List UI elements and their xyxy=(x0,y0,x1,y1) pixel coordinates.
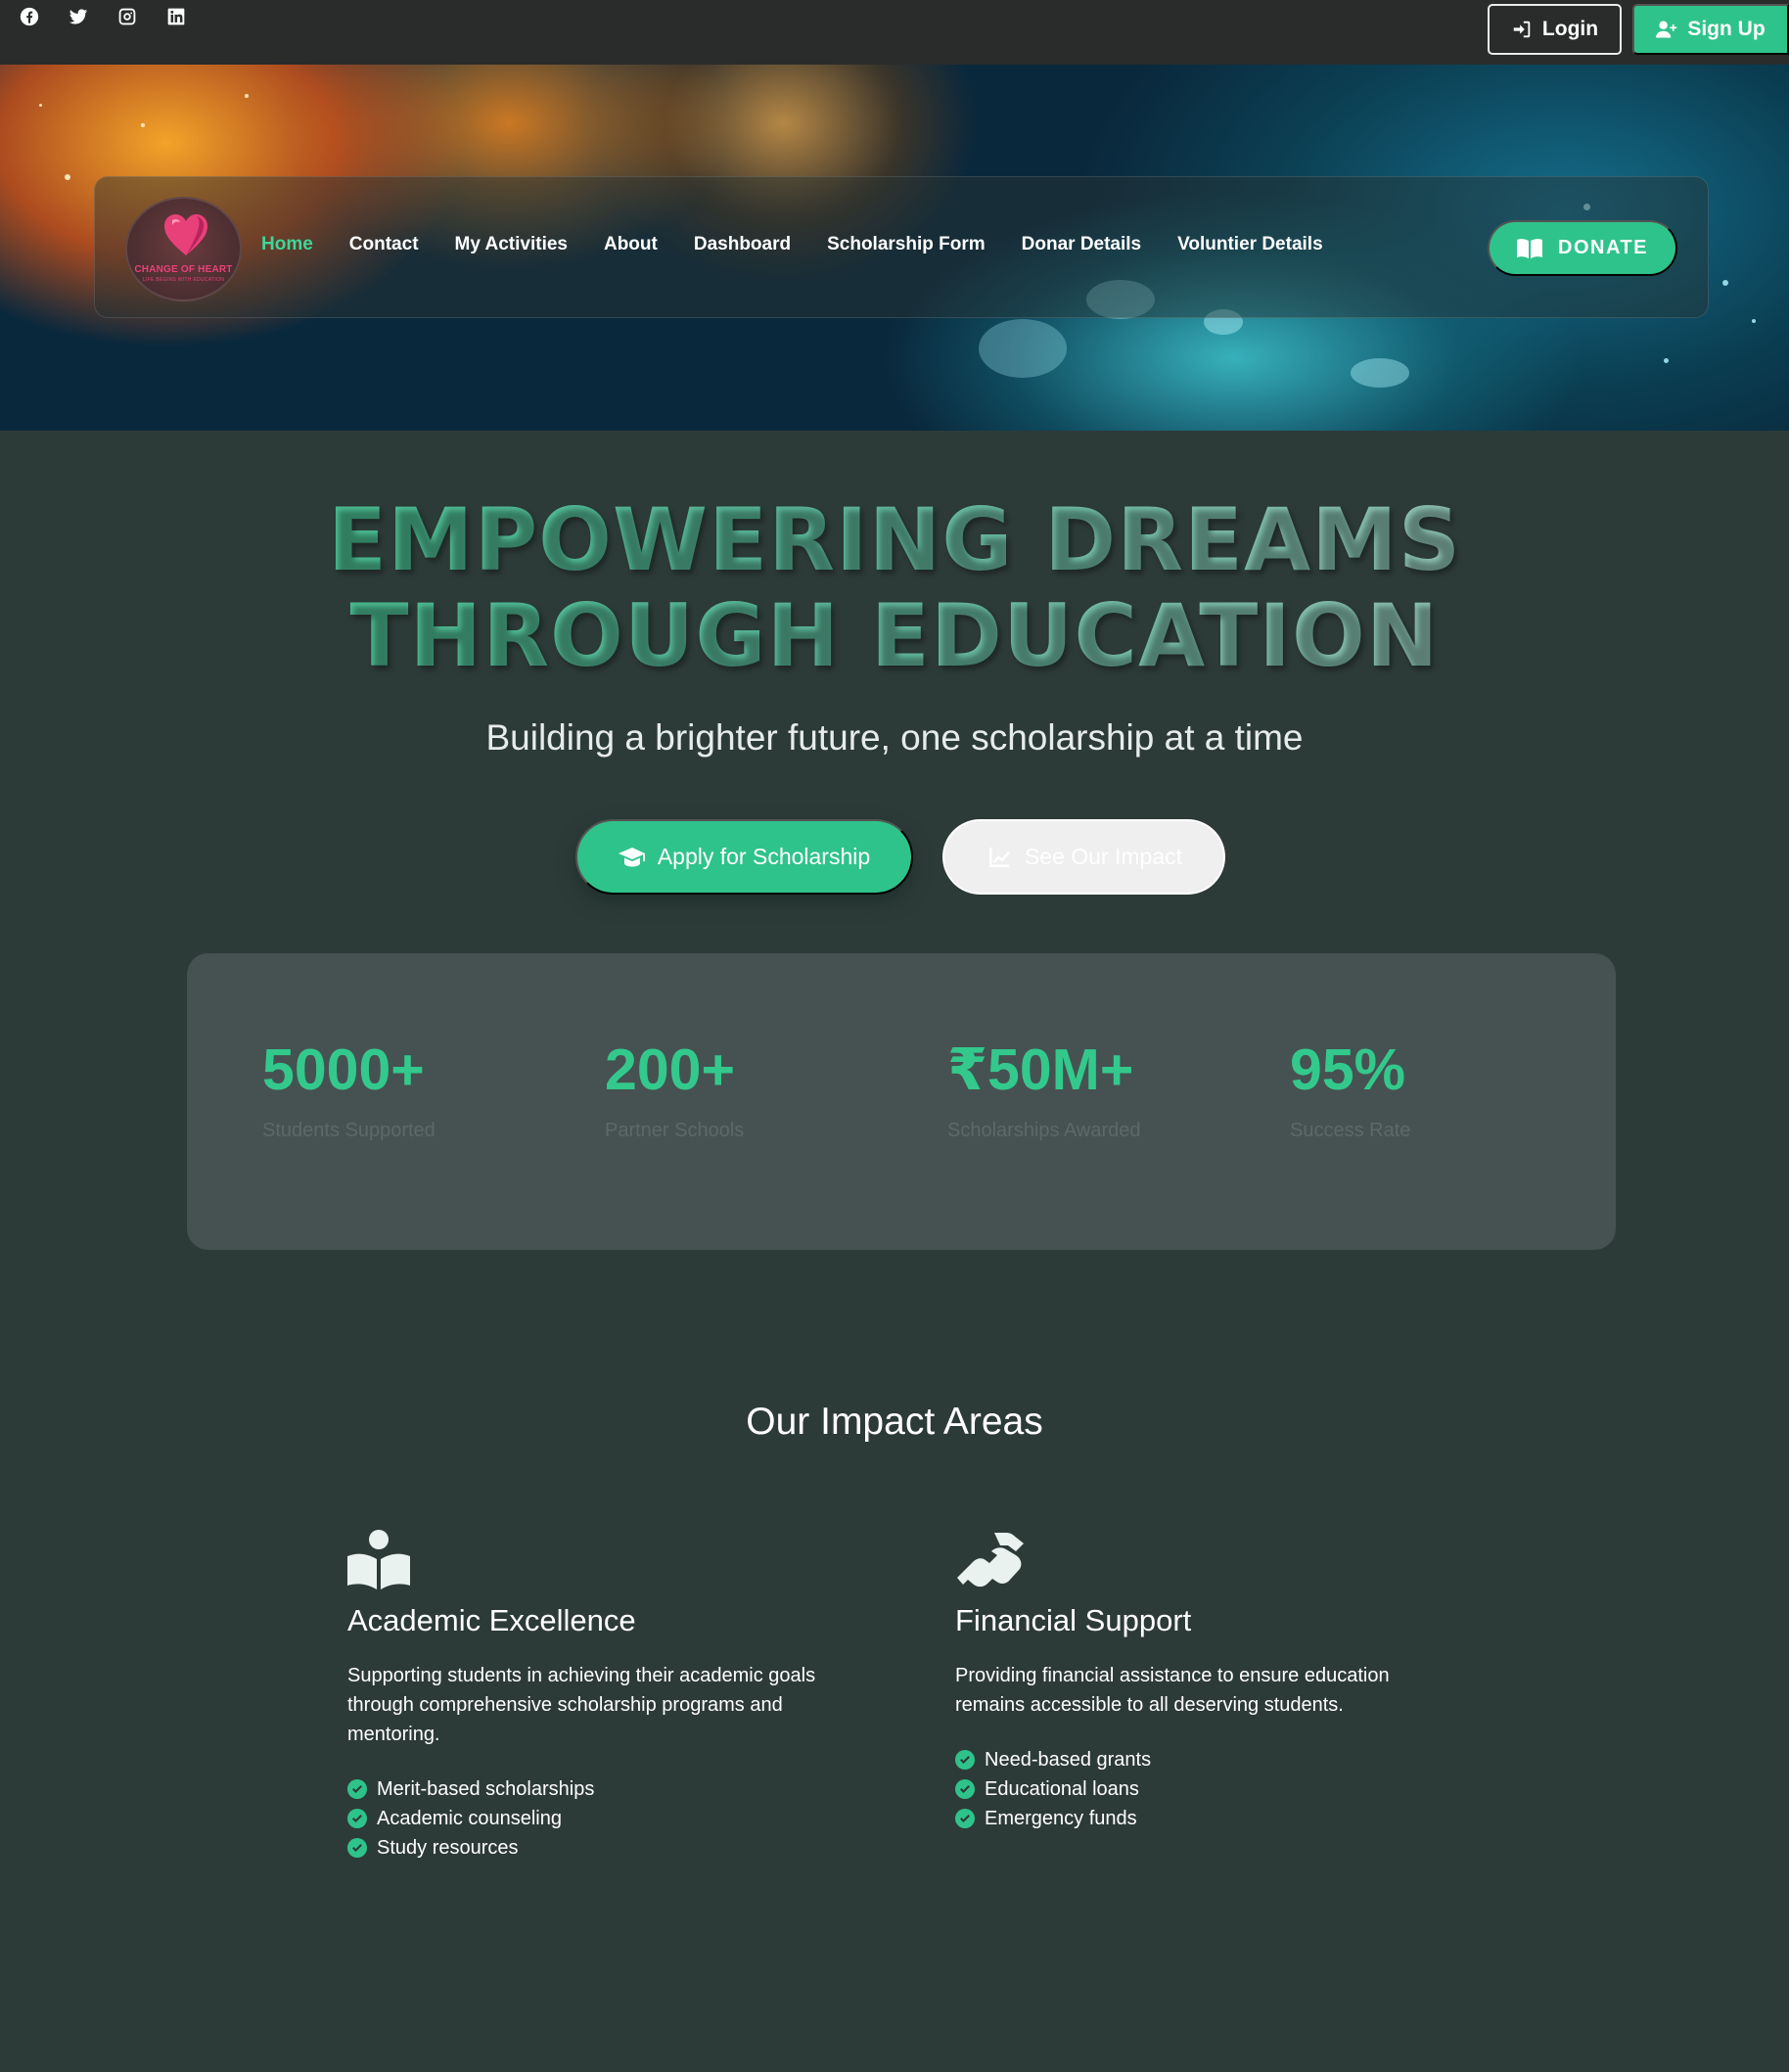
list-item: Educational loans xyxy=(955,1774,1445,1804)
main-navbar: CHANGE OF HEART LIFE BEGINS WITH EDUCATI… xyxy=(94,176,1709,318)
spark xyxy=(245,94,249,98)
graduation-cap-icon xyxy=(618,847,645,866)
nav-item-voluntier-details[interactable]: Voluntier Details xyxy=(1177,234,1323,255)
list-item-text: Need-based grants xyxy=(985,1749,1152,1771)
area-points: Merit-based scholarships Academic counse… xyxy=(347,1774,837,1863)
list-item-text: Educational loans xyxy=(985,1778,1139,1800)
stat-value: 95% xyxy=(1290,1037,1406,1102)
stat-value: 5000+ xyxy=(262,1037,425,1102)
nav-links: Home Contact My Activities About Dashboa… xyxy=(261,234,1323,255)
spark xyxy=(65,174,70,180)
stat-schools: 200+ Partner Schools xyxy=(605,1041,744,1142)
stat-value: 200+ xyxy=(605,1037,735,1102)
impact-area-financial: Financial Support Providing financial as… xyxy=(955,1529,1445,1833)
area-points: Need-based grants Educational loans Emer… xyxy=(955,1745,1445,1833)
instagram-icon[interactable] xyxy=(115,5,139,28)
nav-item-my-activities[interactable]: My Activities xyxy=(455,234,568,255)
stat-label: Students Supported xyxy=(262,1120,436,1141)
nav-item-scholarship-form[interactable]: Scholarship Form xyxy=(827,234,986,255)
impact-label: See Our Impact xyxy=(1024,844,1183,869)
list-item: Study resources xyxy=(347,1833,837,1863)
logo-subtext: LIFE BEGINS WITH EDUCATION xyxy=(142,277,225,283)
apply-scholarship-button[interactable]: Apply for Scholarship xyxy=(575,819,913,895)
stat-students: 5000+ Students Supported xyxy=(262,1041,436,1142)
nav-item-dashboard[interactable]: Dashboard xyxy=(694,234,791,255)
stat-value: ₹50M+ xyxy=(947,1037,1134,1102)
hero-title-line-2: THROUGH EDUCATION xyxy=(349,585,1440,686)
droplet xyxy=(1752,319,1756,323)
splash xyxy=(1351,358,1409,388)
list-item-text: Emergency funds xyxy=(985,1808,1137,1829)
droplet xyxy=(1664,358,1669,363)
logo[interactable]: CHANGE OF HEART LIFE BEGINS WITH EDUCATI… xyxy=(125,197,242,301)
list-item: Need-based grants xyxy=(955,1745,1445,1774)
hero-subtitle: Building a brighter future, one scholars… xyxy=(485,717,1304,758)
area-title: Financial Support xyxy=(955,1603,1192,1637)
list-item-text: Study resources xyxy=(377,1837,519,1859)
check-circle-icon xyxy=(955,1750,975,1770)
stat-success-rate: 95% Success Rate xyxy=(1290,1041,1410,1142)
area-description: Supporting students in achieving their a… xyxy=(347,1665,816,1745)
list-item: Emergency funds xyxy=(955,1804,1445,1833)
see-impact-button[interactable]: See Our Impact xyxy=(942,819,1225,895)
signup-button[interactable]: Sign Up xyxy=(1632,4,1789,55)
login-button[interactable]: Login xyxy=(1488,4,1622,55)
droplet xyxy=(1722,280,1728,286)
hero-actions: Apply for Scholarship See Our Impact xyxy=(575,819,1225,895)
check-circle-icon xyxy=(347,1779,367,1799)
nav-item-home[interactable]: Home xyxy=(261,234,313,255)
facebook-icon[interactable] xyxy=(18,5,41,28)
area-description: Providing financial assistance to ensure… xyxy=(955,1665,1390,1716)
list-item-text: Merit-based scholarships xyxy=(377,1778,595,1800)
check-circle-icon xyxy=(347,1838,367,1858)
check-circle-icon xyxy=(347,1809,367,1828)
hands-helping-icon xyxy=(955,1529,1029,1589)
book-reader-icon xyxy=(347,1529,421,1589)
nav-item-contact[interactable]: Contact xyxy=(349,234,419,255)
list-item: Academic counseling xyxy=(347,1804,837,1833)
list-item-text: Academic counseling xyxy=(377,1808,562,1829)
area-title: Academic Excellence xyxy=(347,1603,636,1637)
check-circle-icon xyxy=(955,1779,975,1799)
check-circle-icon xyxy=(955,1809,975,1828)
nav-item-about[interactable]: About xyxy=(604,234,658,255)
spark xyxy=(39,104,42,107)
linkedin-icon[interactable] xyxy=(164,5,188,28)
stat-label: Partner Schools xyxy=(605,1120,745,1141)
hero-title: EMPOWERING DREAMS THROUGH EDUCATION xyxy=(0,492,1789,684)
top-bar: Login Sign Up xyxy=(0,0,1789,65)
logo-text: CHANGE OF HEART xyxy=(134,264,233,275)
donate-button[interactable]: DONATE xyxy=(1488,220,1677,276)
impact-section-title: Our Impact Areas xyxy=(746,1401,1043,1443)
stats-panel: 5000+ Students Supported 200+ Partner Sc… xyxy=(187,953,1616,1250)
twitter-icon[interactable] xyxy=(67,5,90,28)
hero-title-line-1: EMPOWERING DREAMS xyxy=(327,489,1462,590)
hero-banner: CHANGE OF HEART LIFE BEGINS WITH EDUCATI… xyxy=(0,65,1789,431)
apply-label: Apply for Scholarship xyxy=(657,844,871,869)
login-label: Login xyxy=(1541,18,1599,40)
spark xyxy=(141,123,145,127)
signup-label: Sign Up xyxy=(1687,18,1766,40)
nav-item-donar-details[interactable]: Donar Details xyxy=(1022,234,1141,255)
list-item: Merit-based scholarships xyxy=(347,1774,837,1804)
stat-label: Success Rate xyxy=(1290,1120,1411,1141)
impact-area-academic: Academic Excellence Supporting students … xyxy=(347,1529,837,1863)
heart-logo-icon xyxy=(164,214,207,255)
auth-buttons: Login Sign Up xyxy=(1488,4,1789,55)
sign-in-icon xyxy=(1513,21,1531,38)
book-open-icon xyxy=(1517,238,1543,258)
stat-label: Scholarships Awarded xyxy=(947,1120,1141,1141)
donate-label: DONATE xyxy=(1558,237,1648,258)
user-plus-icon xyxy=(1656,21,1677,38)
social-links xyxy=(18,5,188,28)
chart-line-icon xyxy=(988,847,1010,867)
stat-scholarships: ₹50M+ Scholarships Awarded xyxy=(947,1041,1141,1142)
splash xyxy=(979,319,1067,378)
